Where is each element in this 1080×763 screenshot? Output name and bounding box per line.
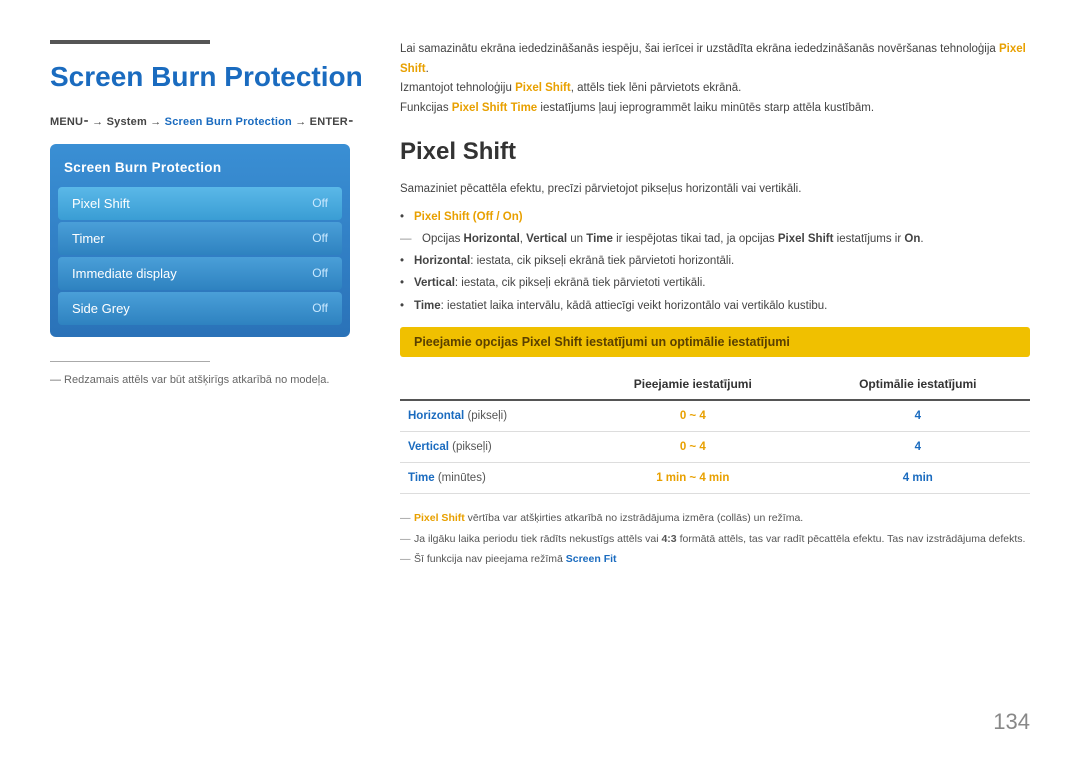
row-available-time: 1 min ~ 4 min (580, 462, 806, 493)
menu-item-label: Pixel Shift (72, 196, 130, 211)
bullet-pixel-shift: Pixel Shift (Off / On) (400, 209, 1030, 226)
note-divider (50, 361, 210, 362)
row-available-vertical: 0 ~ 4 (580, 431, 806, 462)
bottom-note-3: Šī funkcija nav pieejama režīmā Screen F… (400, 551, 1030, 568)
pixel-shift-time-highlight: Pixel Shift Time (452, 102, 537, 114)
table-row-vertical: Vertical (pikseļi) 0 ~ 4 4 (400, 431, 1030, 462)
intro-line-2: Izmantojot tehnoloģiju Pixel Shift, attē… (400, 79, 1030, 99)
menu-item-label: Immediate display (72, 266, 177, 281)
bottom-note-1: Pixel Shift vērtība var atšķirties atkar… (400, 510, 1030, 527)
menu-highlight: Screen Burn Protection (165, 116, 292, 128)
bullet-vertical: Vertical: iestata, cik pikseļi ekrānā ti… (400, 275, 1030, 292)
accent-bar (50, 40, 210, 44)
intro-line-3: Funkcijas Pixel Shift Time iestatījums ļ… (400, 99, 1030, 119)
page-container: Screen Burn Protection MENU⁃ → System → … (0, 0, 1080, 763)
row-label-time: Time (minūtes) (400, 462, 580, 493)
right-column: Lai samazinātu ekrāna iededzināšanās ies… (400, 40, 1030, 572)
row-optimal-horizontal: 4 (806, 400, 1030, 432)
row-optimal-time: 4 min (806, 462, 1030, 493)
row-optimal-vertical: 4 (806, 431, 1030, 462)
pixel-shift-highlight2: Pixel Shift (515, 82, 571, 94)
bullet-horizontal: Horizontal: iestata, cik pikseļi ekrānā … (400, 253, 1030, 270)
pixel-shift-bullet-highlight: Pixel Shift (Off / On) (414, 211, 523, 223)
menu-panel: Screen Burn Protection Pixel Shift Off T… (50, 144, 350, 337)
menu-item-value: Off (312, 231, 328, 245)
page-number: 134 (993, 709, 1030, 735)
menu-item-immediate-display[interactable]: Immediate display Off (58, 257, 342, 290)
page-title: Screen Burn Protection (50, 62, 370, 93)
sub-bullet-options: Opcijas Horizontal, Vertical un Time ir … (400, 231, 1030, 248)
col-header-optimal: Optimālie iestatījumi (806, 371, 1030, 400)
row-label-vertical: Vertical (pikseļi) (400, 431, 580, 462)
col-header-available: Pieejamie iestatījumi (580, 371, 806, 400)
section-title: Pixel Shift (400, 138, 1030, 166)
menu-item-value: Off (312, 196, 328, 210)
menu-item-label: Timer (72, 231, 105, 246)
menu-item-value: Off (312, 301, 328, 315)
section-desc: Samaziniet pēcattēla efektu, precīzi pār… (400, 180, 1030, 198)
left-column: Screen Burn Protection MENU⁃ → System → … (50, 40, 370, 386)
bullet-list: Pixel Shift (Off / On) Opcijas Horizonta… (400, 209, 1030, 315)
note-text: — Redzamais attēls var būt atšķirīgs atk… (50, 374, 370, 386)
menu-item-side-grey[interactable]: Side Grey Off (58, 292, 342, 325)
settings-table: Pieejamie iestatījumi Optimālie iestatīj… (400, 371, 1030, 494)
menu-item-timer[interactable]: Timer Off (58, 222, 342, 255)
menu-path: MENU⁃ → System → Screen Burn Protection … (50, 115, 370, 128)
menu-item-value: Off (312, 266, 328, 280)
intro-line-1: Lai samazinātu ekrāna iededzināšanās ies… (400, 40, 1030, 79)
intro-text: Lai samazinātu ekrāna iededzināšanās ies… (400, 40, 1030, 118)
row-label-horizontal: Horizontal (pikseļi) (400, 400, 580, 432)
pixel-shift-highlight: Pixel Shift (400, 43, 1026, 75)
table-row-time: Time (minūtes) 1 min ~ 4 min 4 min (400, 462, 1030, 493)
menu-item-label: Side Grey (72, 301, 130, 316)
yellow-banner: Pieejamie opcijas Pixel Shift iestatījum… (400, 327, 1030, 357)
bottom-notes: Pixel Shift vērtība var atšķirties atkar… (400, 510, 1030, 568)
menu-panel-title: Screen Burn Protection (50, 156, 350, 185)
menu-icon: MENU⁃ (50, 116, 89, 128)
bullet-time: Time: iestatiet laika intervālu, kādā at… (400, 298, 1030, 315)
row-available-horizontal: 0 ~ 4 (580, 400, 806, 432)
bottom-note-2: Ja ilgāku laika periodu tiek rādīts neku… (400, 531, 1030, 548)
col-header-label (400, 371, 580, 400)
table-row-horizontal: Horizontal (pikseļi) 0 ~ 4 4 (400, 400, 1030, 432)
menu-item-pixel-shift[interactable]: Pixel Shift Off (58, 187, 342, 220)
